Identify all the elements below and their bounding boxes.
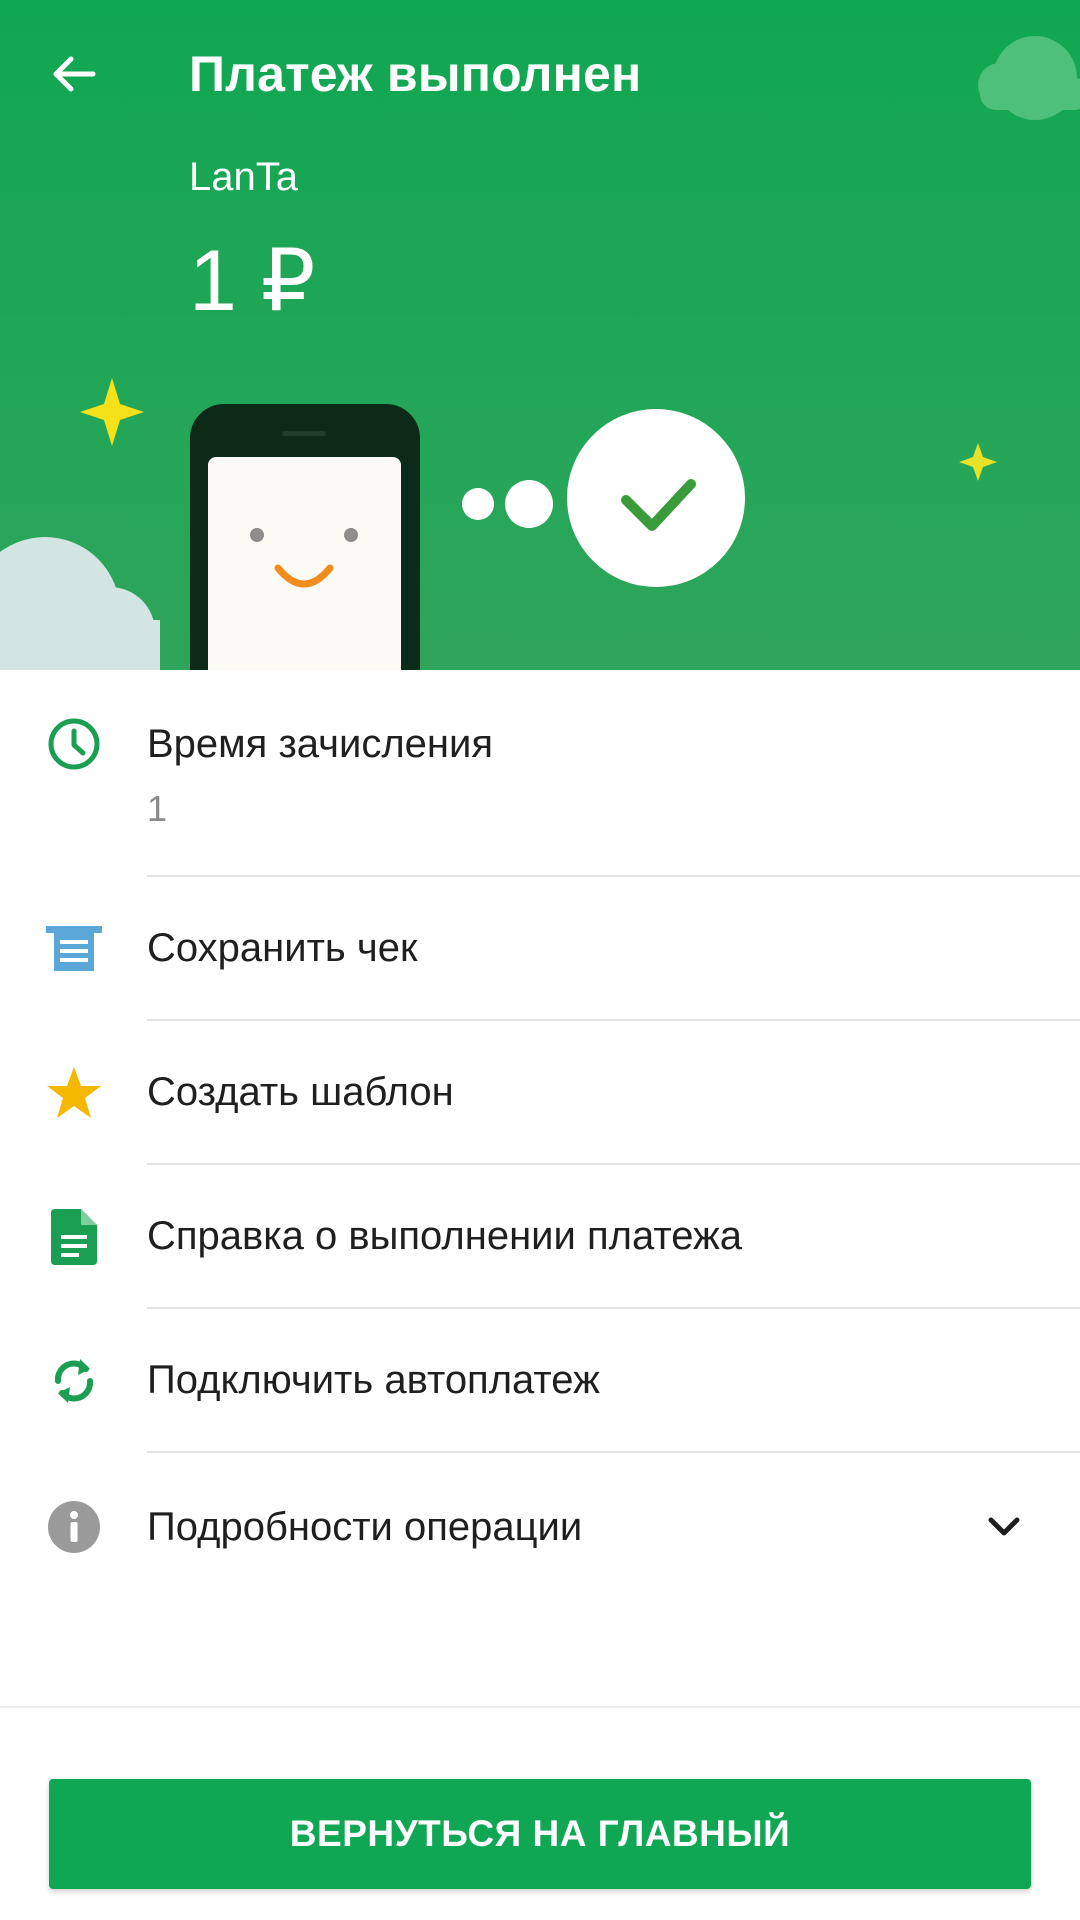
payment-certificate-row[interactable]: Справка о выполнении платежа bbox=[0, 1165, 1080, 1309]
save-receipt-label: Сохранить чек bbox=[147, 926, 418, 970]
progress-dot-large bbox=[505, 480, 553, 528]
arrow-left-icon bbox=[53, 56, 96, 92]
refresh-icon bbox=[44, 1351, 104, 1411]
info-icon bbox=[44, 1497, 104, 1557]
cloud-bottom-left bbox=[0, 537, 160, 670]
create-template-row[interactable]: Создать шаблон bbox=[0, 1021, 1080, 1165]
operation-details-label: Подробности операции bbox=[147, 1505, 583, 1549]
document-icon bbox=[44, 1207, 104, 1267]
sparkle-large bbox=[80, 378, 144, 446]
credit-time-label: Время зачисления bbox=[147, 722, 494, 766]
operation-details-row[interactable]: Подробности операции bbox=[0, 1453, 1080, 1603]
save-receipt-row[interactable]: Сохранить чек bbox=[0, 877, 1080, 1021]
back-button[interactable] bbox=[44, 44, 104, 104]
chevron-down-icon[interactable] bbox=[980, 1503, 1028, 1551]
cloud-top-right bbox=[978, 36, 1080, 120]
payment-certificate-label: Справка о выполнении платежа bbox=[147, 1214, 743, 1258]
payment-amount: 1 ₽ bbox=[189, 233, 316, 329]
autopay-row[interactable]: Подключить автоплатеж bbox=[0, 1309, 1080, 1453]
credit-time-row: Время зачисления 1 bbox=[0, 670, 1080, 877]
clock-icon bbox=[44, 714, 104, 774]
star-icon bbox=[44, 1063, 104, 1123]
payment-status-header: Платеж выполнен LanTa 1 ₽ bbox=[0, 0, 1080, 670]
progress-dot-small bbox=[462, 488, 494, 520]
bottom-divider bbox=[0, 1706, 1080, 1708]
receipt-icon bbox=[44, 919, 104, 979]
return-to-main-label: ВЕРНУТЬСЯ НА ГЛАВНЫЙ bbox=[289, 1813, 791, 1854]
success-check-badge bbox=[567, 409, 745, 587]
create-template-label: Создать шаблон bbox=[147, 1070, 454, 1114]
merchant-name: LanTa bbox=[189, 155, 298, 199]
actions-list: Время зачисления 1 Сохранить чек Создать… bbox=[0, 670, 1080, 1603]
return-to-main-button[interactable]: ВЕРНУТЬСЯ НА ГЛАВНЫЙ bbox=[49, 1779, 1031, 1889]
sparkle-small bbox=[959, 443, 997, 481]
autopay-label: Подключить автоплатеж bbox=[147, 1358, 600, 1402]
phone-illustration bbox=[190, 404, 420, 670]
credit-time-value: 1 bbox=[147, 788, 168, 829]
page-title: Платеж выполнен bbox=[189, 46, 642, 102]
